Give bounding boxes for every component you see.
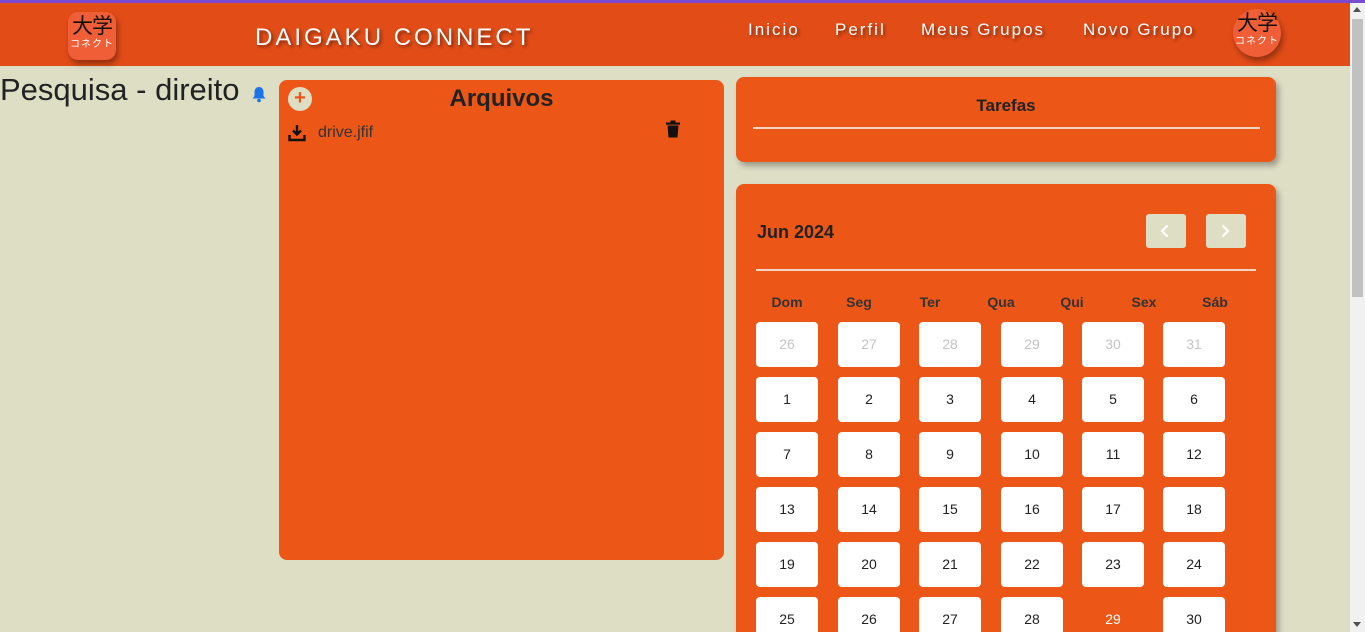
calendar-day[interactable]: 5 (1082, 377, 1144, 422)
tasks-panel: Tarefas (736, 77, 1276, 162)
calendar-day[interactable]: 18 (1163, 487, 1225, 532)
navbar: 大学 コネクト DAIGAKU CONNECT Inicio Perfil Me… (0, 3, 1350, 66)
calendar-day[interactable]: 3 (919, 377, 981, 422)
scroll-down-arrow-icon[interactable] (1353, 622, 1361, 627)
calendar-day[interactable]: 25 (756, 597, 818, 632)
calendar-day-today[interactable]: 29 (1082, 597, 1144, 632)
calendar-day[interactable]: 26 (838, 597, 900, 632)
calendar-day[interactable]: 14 (838, 487, 900, 532)
calendar-day[interactable]: 24 (1163, 542, 1225, 587)
weekday-header: Ter (919, 294, 941, 310)
avatar-katakana: コネクト (1235, 36, 1279, 47)
calendar-day[interactable]: 29 (1001, 322, 1063, 367)
file-name[interactable]: drive.jfif (318, 124, 373, 142)
add-file-button[interactable]: + (288, 87, 312, 111)
group-title: Pesquisa - direito (0, 72, 240, 107)
calendar-day[interactable]: 6 (1163, 377, 1225, 422)
nav-inicio[interactable]: Inicio (748, 20, 800, 40)
files-panel: Arquivos + drive.jfif (279, 80, 724, 560)
calendar-day[interactable]: 10 (1001, 432, 1063, 477)
trash-icon[interactable] (665, 120, 681, 138)
calendar-day[interactable]: 9 (919, 432, 981, 477)
calendar-panel: Jun 2024 Dom Seg Ter Qua Qui Sex Sáb 26 27 28 29 3… (736, 184, 1276, 632)
file-row: drive.jfif (279, 118, 724, 148)
bell-icon[interactable] (251, 86, 267, 103)
calendar-day[interactable]: 7 (756, 432, 818, 477)
calendar-day[interactable]: 12 (1163, 432, 1225, 477)
vertical-scrollbar[interactable] (1350, 3, 1365, 632)
calendar-day[interactable]: 30 (1163, 597, 1225, 632)
chevron-right-icon (1221, 224, 1230, 238)
tasks-title: Tarefas (976, 96, 1036, 115)
calendar-day[interactable]: 8 (838, 432, 900, 477)
calendar-day[interactable]: 1 (756, 377, 818, 422)
calendar-day[interactable]: 26 (756, 322, 818, 367)
calendar-day[interactable]: 30 (1082, 322, 1144, 367)
calendar-day[interactable]: 16 (1001, 487, 1063, 532)
calendar-month-label: Jun 2024 (757, 222, 835, 242)
nav-perfil[interactable]: Perfil (835, 20, 886, 40)
calendar-day[interactable]: 11 (1082, 432, 1144, 477)
logo-kanji: 大学 (72, 14, 113, 38)
calendar-day[interactable]: 31 (1163, 322, 1225, 367)
app-logo[interactable]: 大学 コネクト (68, 12, 116, 60)
chevron-left-icon (1160, 224, 1169, 238)
tasks-divider (753, 127, 1260, 129)
nav-meus-grupos[interactable]: Meus Grupos (921, 20, 1045, 40)
calendar-day[interactable]: 13 (756, 487, 818, 532)
scroll-up-arrow-icon[interactable] (1353, 7, 1361, 12)
calendar-day[interactable]: 20 (838, 542, 900, 587)
calendar-day[interactable]: 17 (1082, 487, 1144, 532)
scroll-thumb[interactable] (1352, 19, 1363, 297)
weekday-header: Qui (1060, 294, 1084, 310)
calendar-day[interactable]: 28 (919, 322, 981, 367)
calendar-prev-button[interactable] (1146, 214, 1186, 248)
weekday-header: Dom (771, 294, 803, 310)
calendar-day[interactable]: 27 (838, 322, 900, 367)
brand-title: DAIGAKU CONNECT (255, 24, 534, 51)
weekday-header: Sex (1131, 294, 1157, 310)
calendar-day[interactable]: 23 (1082, 542, 1144, 587)
profile-avatar[interactable]: 大学 コネクト (1233, 9, 1281, 57)
calendar-next-button[interactable] (1206, 214, 1246, 248)
calendar-divider (756, 269, 1256, 271)
nav-novo-grupo[interactable]: Novo Grupo (1083, 20, 1195, 40)
calendar-day[interactable]: 28 (1001, 597, 1063, 632)
calendar-day[interactable]: 21 (919, 542, 981, 587)
files-title: Arquivos (449, 85, 554, 112)
calendar-day[interactable]: 27 (919, 597, 981, 632)
logo-katakana: コネクト (70, 39, 114, 50)
calendar-day[interactable]: 22 (1001, 542, 1063, 587)
calendar-day[interactable]: 2 (838, 377, 900, 422)
calendar-day[interactable]: 19 (756, 542, 818, 587)
avatar-kanji: 大学 (1237, 11, 1278, 35)
weekday-header: Qua (987, 294, 1015, 310)
weekday-header: Sáb (1202, 294, 1228, 310)
download-icon[interactable] (288, 124, 306, 142)
calendar-day[interactable]: 15 (919, 487, 981, 532)
weekday-header: Seg (846, 294, 872, 310)
calendar-day[interactable]: 4 (1001, 377, 1063, 422)
